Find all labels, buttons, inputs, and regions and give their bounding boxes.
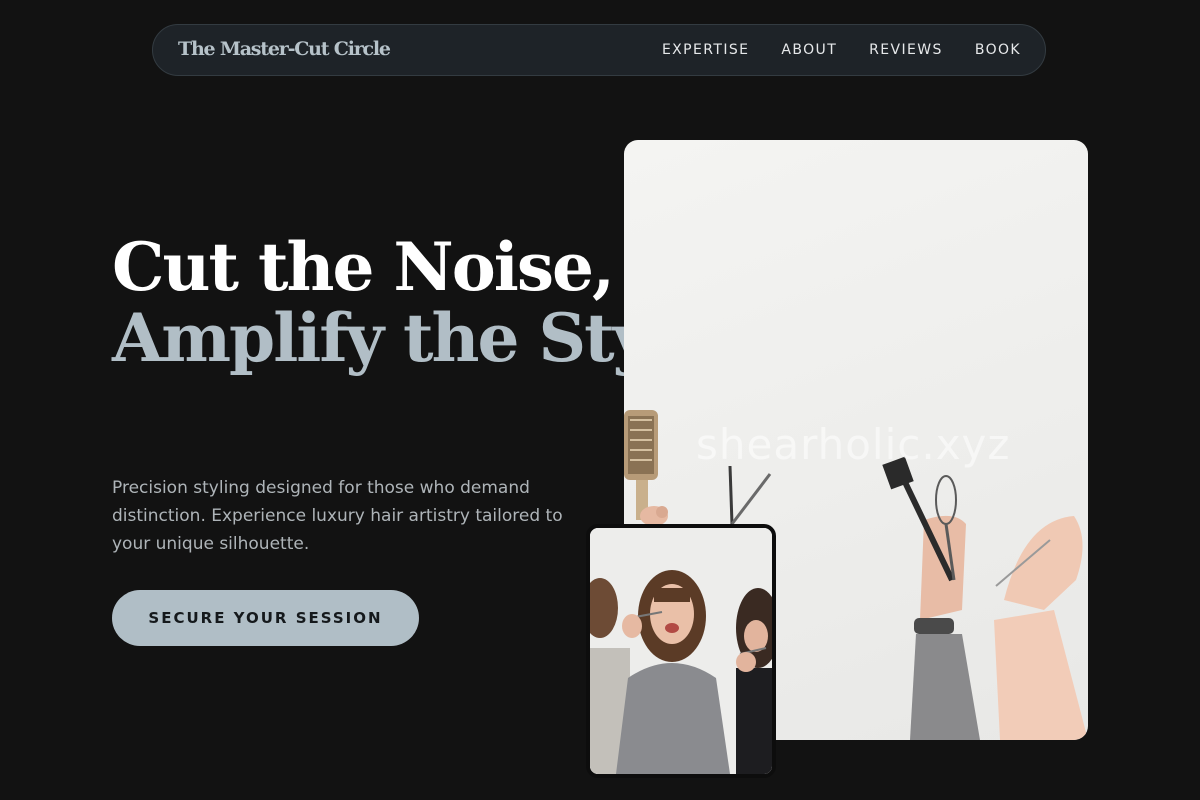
nav-links: EXPERTISE ABOUT REVIEWS BOOK xyxy=(662,42,1021,58)
secure-session-button[interactable]: SECURE YOUR SESSION xyxy=(112,590,419,646)
image-watermark: shearholic.xyz xyxy=(696,420,1011,469)
nav-link-book[interactable]: BOOK xyxy=(975,42,1021,58)
nav-link-about[interactable]: ABOUT xyxy=(781,42,837,58)
nav-link-reviews[interactable]: REVIEWS xyxy=(869,42,943,58)
brand-logo[interactable]: The Master-Cut Circle xyxy=(178,38,391,60)
stylists-group-photo xyxy=(586,524,776,778)
hero-description: Precision styling designed for those who… xyxy=(112,478,563,554)
hero-title-line2: Amplify the Style. xyxy=(112,299,735,377)
top-navigation-bar: The Master-Cut Circle EXPERTISE ABOUT RE… xyxy=(152,24,1046,76)
hero-title: Cut the Noise, Amplify the Style. xyxy=(112,228,735,377)
stylists-illustration xyxy=(590,528,772,774)
hero-title-line1: Cut the Noise, xyxy=(112,228,615,306)
nav-link-expertise[interactable]: EXPERTISE xyxy=(662,42,749,58)
